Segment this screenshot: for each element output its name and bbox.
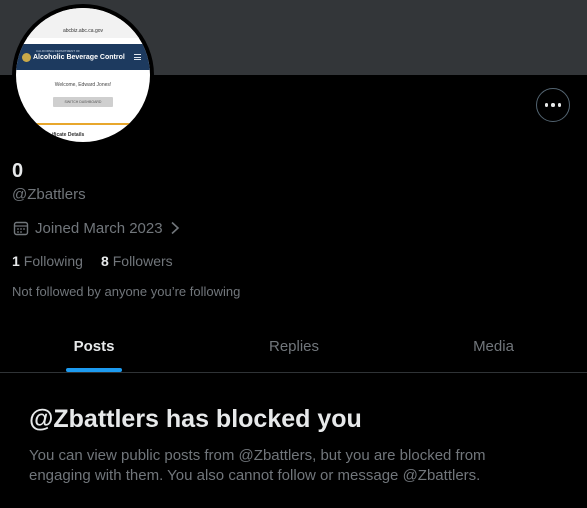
not-followed-text: Not followed by anyone you’re following <box>12 284 241 299</box>
chevron-right-icon <box>171 221 179 235</box>
more-options-button[interactable] <box>536 88 570 122</box>
blocked-title: @Zbattlers has blocked you <box>29 405 362 433</box>
profile-tabs: Posts Replies Media <box>0 320 587 373</box>
avatar-welcome-text: Welcome, Edward Jones! <box>54 82 112 88</box>
active-tab-indicator <box>66 368 122 372</box>
blocked-message: You can view public posts from @Zbattler… <box>29 447 486 484</box>
tab-posts[interactable]: Posts <box>0 320 188 372</box>
avatar-header-bar: CALIFORNIA DEPARTMENT OF Alcoholic Bever… <box>16 44 150 70</box>
avatar[interactable]: abcbiz.abc.ca.gov CALIFORNIA DEPARTMENT … <box>12 4 154 146</box>
profile-handle: @Zbattlers <box>12 186 86 203</box>
avatar-org-title: Alcoholic Beverage Control <box>33 54 125 61</box>
followers-link[interactable]: 8 Followers <box>101 253 173 269</box>
avatar-divider <box>16 123 150 125</box>
tab-media[interactable]: Media <box>400 320 587 372</box>
avatar-button-text: SWITCH DASHBOARD <box>53 97 113 107</box>
following-link[interactable]: 1 Following <box>12 253 83 269</box>
joined-date-button[interactable]: Joined March 2023 <box>12 219 181 237</box>
follow-stats: 1 Following 8 Followers <box>12 253 173 269</box>
more-horizontal-icon <box>544 103 562 107</box>
calendar-icon <box>13 221 29 236</box>
following-count: 1 <box>12 253 20 269</box>
seal-icon <box>22 53 31 62</box>
display-name: 0 <box>12 160 24 182</box>
following-label: Following <box>23 253 83 269</box>
joined-date-text: Joined March 2023 <box>35 219 163 237</box>
followers-count: 8 <box>100 253 109 269</box>
avatar-url-text: abcbiz.abc.ca.gov <box>16 8 150 38</box>
avatar-image: abcbiz.abc.ca.gov CALIFORNIA DEPARTMENT … <box>16 8 150 142</box>
avatar-section-text: ificate Details <box>52 132 85 138</box>
avatar-department-text: CALIFORNIA DEPARTMENT OF <box>36 49 81 53</box>
tab-replies[interactable]: Replies <box>188 320 400 372</box>
followers-label: Followers <box>112 253 173 269</box>
hamburger-menu-icon <box>134 54 141 60</box>
